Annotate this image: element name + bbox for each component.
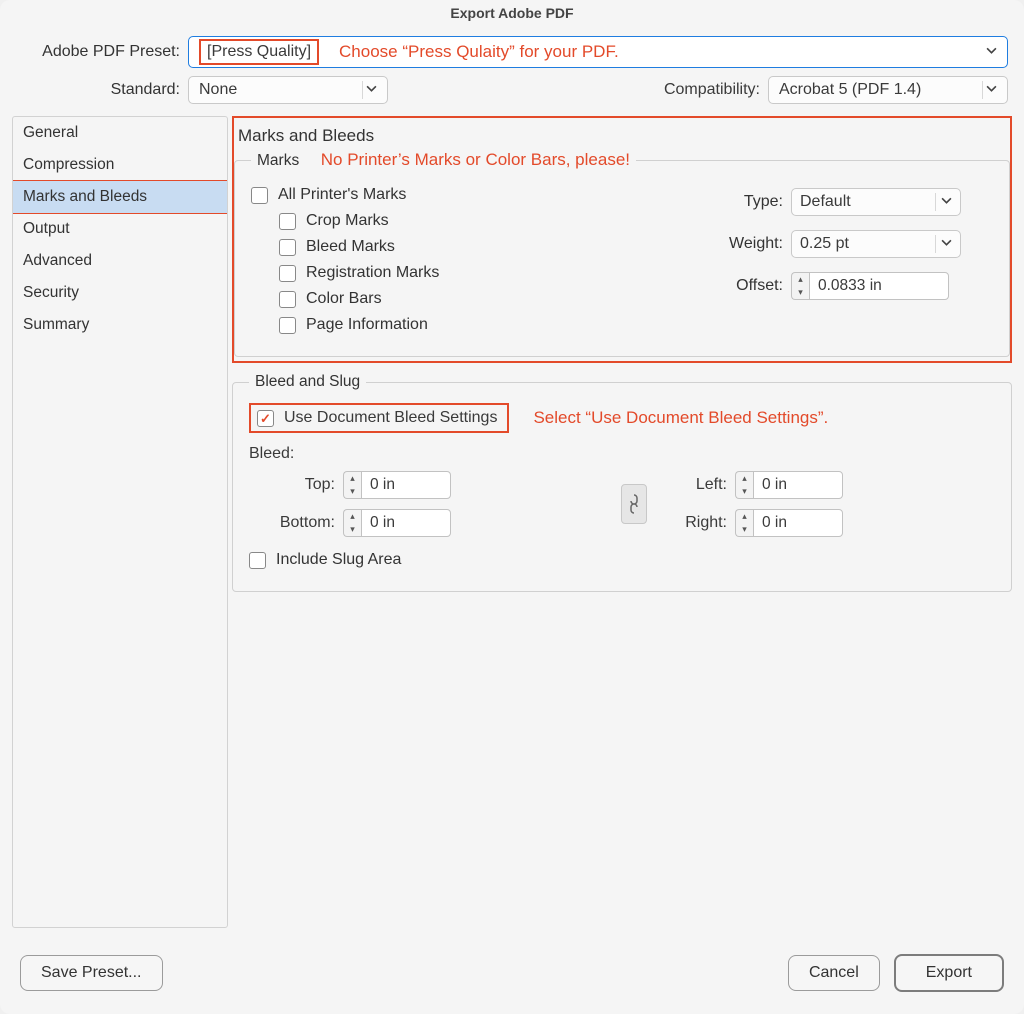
type-label: Type: [713,193,783,211]
color-bars-checkbox[interactable] [279,291,296,308]
export-button[interactable]: Export [894,954,1004,992]
type-dropdown[interactable]: Default [791,188,961,216]
offset-label: Offset: [713,277,783,295]
use-document-bleed-label: Use Document Bleed Settings [284,409,497,427]
stepper-arrows-icon[interactable]: ▴▾ [735,509,753,537]
crop-marks-label: Crop Marks [306,212,389,230]
include-slug-label: Include Slug Area [276,551,401,569]
panel-title: Marks and Bleeds [234,118,1010,150]
marks-group: Marks No Printer’s Marks or Color Bars, … [234,150,1010,357]
sidebar-item-advanced[interactable]: Advanced [13,245,227,277]
bleed-heading: Bleed: [249,445,995,463]
link-icon [628,494,640,514]
bleed-left-value[interactable]: 0 in [753,471,843,499]
bleed-bottom-label: Bottom: [255,514,335,532]
page-information-checkbox[interactable] [279,317,296,334]
bleed-marks-checkbox[interactable] [279,239,296,256]
sidebar-item-security[interactable]: Security [13,277,227,309]
type-value: Default [800,193,851,211]
weight-value: 0.25 pt [800,235,849,253]
bleed-right-label: Right: [647,514,727,532]
dialog-footer: Save Preset... Cancel Export [0,936,1024,1014]
sidebar-item-general[interactable]: General [13,117,227,149]
bleed-right-stepper[interactable]: ▴▾ 0 in [735,509,995,537]
stepper-arrows-icon[interactable]: ▴▾ [791,272,809,300]
preset-dropdown[interactable]: [Press Quality] Choose “Press Qulaity” f… [188,36,1008,68]
preset-annotation: Choose “Press Qulaity” for your PDF. [339,42,619,62]
all-printers-marks-label: All Printer's Marks [278,186,406,204]
use-document-bleed-checkbox[interactable] [257,410,274,427]
chevron-down-icon [986,43,997,61]
sidebar-item-marks-and-bleeds[interactable]: Marks and Bleeds [12,180,228,214]
bleed-slug-legend: Bleed and Slug [249,373,366,391]
stepper-arrows-icon[interactable]: ▴▾ [343,509,361,537]
settings-sidebar: General Compression Marks and Bleeds Out… [12,116,228,928]
chevron-down-icon [941,235,952,253]
preset-value: [Press Quality] [199,39,319,65]
weight-dropdown[interactable]: 0.25 pt [791,230,961,258]
offset-value[interactable]: 0.0833 in [809,272,949,300]
include-slug-checkbox[interactable] [249,552,266,569]
export-pdf-dialog: Export Adobe PDF Adobe PDF Preset: [Pres… [0,0,1024,1014]
sidebar-item-compression[interactable]: Compression [13,149,227,181]
compat-dropdown[interactable]: Acrobat 5 (PDF 1.4) [768,76,1008,104]
bleed-left-label: Left: [647,476,727,494]
standard-value: None [199,81,237,99]
registration-marks-checkbox[interactable] [279,265,296,282]
sidebar-item-output[interactable]: Output [13,213,227,245]
bleed-top-label: Top: [255,476,335,494]
settings-panel: Marks and Bleeds Marks No Printer’s Mark… [232,116,1012,928]
all-printers-marks-checkbox[interactable] [251,187,268,204]
use-document-bleed-annotation: Select “Use Document Bleed Settings”. [533,408,828,428]
cancel-button[interactable]: Cancel [788,955,880,991]
chevron-down-icon [366,81,377,99]
page-information-label: Page Information [306,316,428,334]
offset-stepper[interactable]: ▴▾ 0.0833 in [791,272,949,300]
standard-label: Standard: [16,81,188,99]
compat-value: Acrobat 5 (PDF 1.4) [779,81,921,99]
link-bleed-button[interactable] [621,484,647,524]
chevron-down-icon [941,193,952,211]
registration-marks-label: Registration Marks [306,264,439,282]
bleed-top-value[interactable]: 0 in [361,471,451,499]
bleed-left-stepper[interactable]: ▴▾ 0 in [735,471,995,499]
color-bars-label: Color Bars [306,290,382,308]
compat-label: Compatibility: [664,81,768,99]
save-preset-button[interactable]: Save Preset... [20,955,163,991]
bleed-slug-group: Bleed and Slug Use Document Bleed Settin… [232,373,1012,592]
window-title: Export Adobe PDF [0,0,1024,26]
stepper-arrows-icon[interactable]: ▴▾ [735,471,753,499]
bleed-bottom-stepper[interactable]: ▴▾ 0 in [343,509,603,537]
chevron-down-icon [986,81,997,99]
standard-dropdown[interactable]: None [188,76,388,104]
bleed-right-value[interactable]: 0 in [753,509,843,537]
sidebar-item-summary[interactable]: Summary [13,309,227,341]
weight-label: Weight: [713,235,783,253]
bleed-marks-label: Bleed Marks [306,238,395,256]
marks-annotation: No Printer’s Marks or Color Bars, please… [321,150,630,169]
bleed-bottom-value[interactable]: 0 in [361,509,451,537]
bleed-top-stepper[interactable]: ▴▾ 0 in [343,471,603,499]
stepper-arrows-icon[interactable]: ▴▾ [343,471,361,499]
marks-legend: Marks [257,152,299,169]
preset-label: Adobe PDF Preset: [16,43,188,61]
crop-marks-checkbox[interactable] [279,213,296,230]
header-controls: Adobe PDF Preset: [Press Quality] Choose… [0,26,1024,116]
